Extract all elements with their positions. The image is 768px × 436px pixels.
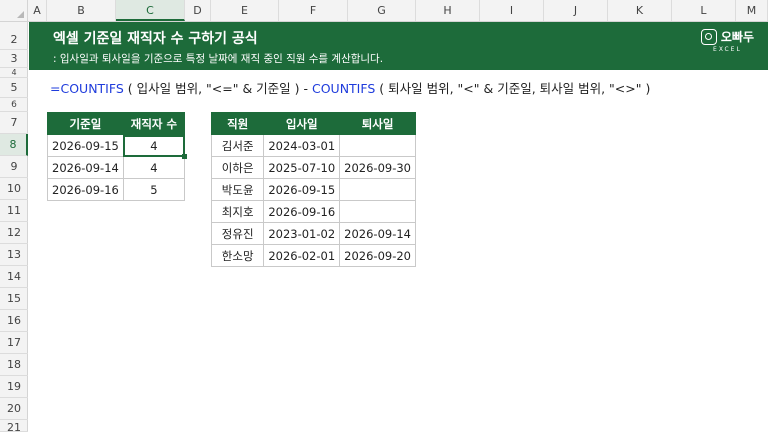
column-header-bar: A B C D E F G H I J K L M: [0, 0, 768, 22]
oppadu-logo: 오빠두 EXCEL: [700, 28, 754, 53]
cell-hire-date[interactable]: 2026-09-15: [263, 178, 341, 201]
column-header-i[interactable]: I: [480, 0, 544, 21]
cell-leave-date[interactable]: 2026-09-14: [339, 222, 416, 245]
cell-hire-date[interactable]: 2026-09-16: [263, 200, 341, 223]
column-header-e[interactable]: E: [211, 0, 279, 21]
row-header-6[interactable]: 6: [0, 98, 28, 112]
cell-base-date[interactable]: 2026-09-14: [47, 156, 124, 179]
table-row: 정유진 2023-01-02 2026-09-14: [210, 222, 416, 245]
row-header-14[interactable]: 14: [0, 266, 28, 288]
cell-employee-name[interactable]: 김서준: [210, 134, 265, 157]
logo-subtext: EXCEL: [713, 46, 742, 53]
row-header-4[interactable]: 4: [0, 68, 28, 78]
table-row: 2026-09-16 5: [47, 178, 186, 201]
table-row: 김서준 2024-03-01: [210, 134, 416, 157]
cell-hire-date[interactable]: 2025-07-10: [263, 156, 341, 179]
cell-employee-name[interactable]: 한소망: [210, 244, 265, 267]
header-employee[interactable]: 직원: [210, 112, 265, 135]
banner-subtitle: : 입사일과 퇴사일을 기준으로 특정 날짜에 재직 중인 직원 수를 계산합니…: [53, 53, 384, 65]
formula-part-2: ( 퇴사일 범위, "<" & 기준일, 퇴사일 범위, "<>" ): [375, 81, 651, 96]
cell-leave-date[interactable]: [339, 178, 416, 201]
cell-employee-name[interactable]: 이하은: [210, 156, 265, 179]
cell-hire-date[interactable]: 2026-02-01: [263, 244, 341, 267]
cell-leave-date[interactable]: [339, 134, 416, 157]
row-header-12[interactable]: 12: [0, 222, 28, 244]
row-header-16[interactable]: 16: [0, 310, 28, 332]
row-header-15[interactable]: 15: [0, 288, 28, 310]
row-header-18[interactable]: 18: [0, 354, 28, 376]
title-banner: 엑셀 기준일 재직자 수 구하기 공식 : 입사일과 퇴사일을 기준으로 특정 …: [29, 22, 768, 70]
formula-part-1: ( 입사일 범위, "<=" & 기준일 ) -: [123, 81, 312, 96]
row-header-7[interactable]: 7: [0, 112, 28, 134]
row-header-3[interactable]: 3: [0, 50, 28, 68]
cell-leave-date[interactable]: 2026-09-20: [339, 244, 416, 267]
formula-text[interactable]: =COUNTIFS ( 입사일 범위, "<=" & 기준일 ) - COUNT…: [50, 78, 650, 97]
column-header-k[interactable]: K: [608, 0, 672, 21]
column-header-a[interactable]: A: [28, 0, 47, 21]
table-row: 이하은 2025-07-10 2026-09-30: [210, 156, 416, 179]
employee-table: 직원 입사일 퇴사일 김서준 2024-03-01 이하은 2025-07-10…: [210, 112, 416, 267]
logo-icon: [700, 28, 717, 45]
cell-base-date[interactable]: 2026-09-16: [47, 178, 124, 201]
header-leave-date[interactable]: 퇴사일: [339, 112, 416, 135]
table-row: 박도윤 2026-09-15: [210, 178, 416, 201]
table-row: 최지호 2026-09-16: [210, 200, 416, 223]
formula-function-1: =COUNTIFS: [50, 81, 124, 96]
row-header-11[interactable]: 11: [0, 200, 28, 222]
cell-employee-name[interactable]: 최지호: [210, 200, 265, 223]
row-header-13[interactable]: 13: [0, 244, 28, 266]
cell-leave-date[interactable]: [339, 200, 416, 223]
formula-function-2: COUNTIFS: [311, 81, 376, 96]
row-header-19[interactable]: 19: [0, 376, 28, 398]
row-header-8[interactable]: 8: [0, 134, 28, 156]
select-all-corner[interactable]: [0, 0, 28, 21]
table-row: 2026-09-15 4: [47, 134, 188, 160]
cell-employee-name[interactable]: 정유진: [210, 222, 265, 245]
column-header-h[interactable]: H: [416, 0, 480, 21]
column-header-l[interactable]: L: [672, 0, 736, 21]
cell-hire-date[interactable]: 2024-03-01: [263, 134, 341, 157]
logo-text: 오빠두: [720, 30, 754, 44]
table-row: 2026-09-14 4: [47, 156, 186, 179]
row-header-5[interactable]: 5: [0, 78, 28, 98]
cell-employee-count[interactable]: 4: [122, 156, 186, 179]
column-header-j[interactable]: J: [544, 0, 608, 21]
banner-title: 엑셀 기준일 재직자 수 구하기 공식: [53, 31, 258, 47]
header-hire-date[interactable]: 입사일: [263, 112, 341, 135]
column-header-f[interactable]: F: [279, 0, 348, 21]
table-row: 한소망 2026-02-01 2026-09-20: [210, 244, 416, 267]
column-header-g[interactable]: G: [348, 0, 416, 21]
column-header-m[interactable]: M: [736, 0, 768, 21]
row-header-21[interactable]: 21: [0, 420, 28, 434]
column-header-b[interactable]: B: [47, 0, 116, 21]
cell-leave-date[interactable]: 2026-09-30: [339, 156, 416, 179]
cell-base-date[interactable]: 2026-09-15: [47, 134, 124, 157]
header-employee-count[interactable]: 재직자 수: [122, 112, 186, 135]
row-header-9[interactable]: 9: [0, 156, 28, 178]
row-header-10[interactable]: 10: [0, 178, 28, 200]
header-base-date[interactable]: 기준일: [47, 112, 124, 135]
cell-employee-name[interactable]: 박도윤: [210, 178, 265, 201]
cell-employee-count-selected[interactable]: 4: [122, 134, 188, 160]
row-header-2[interactable]: 2: [0, 30, 28, 50]
cell-hire-date[interactable]: 2023-01-02: [263, 222, 341, 245]
column-header-c[interactable]: C: [116, 0, 185, 21]
column-header-d[interactable]: D: [185, 0, 211, 21]
row-header-17[interactable]: 17: [0, 332, 28, 354]
headcount-table: 기준일 재직자 수 2026-09-15 4 2026-09-14 4 2026…: [47, 112, 188, 201]
cell-employee-count[interactable]: 5: [122, 178, 186, 201]
row-header-20[interactable]: 20: [0, 398, 28, 420]
